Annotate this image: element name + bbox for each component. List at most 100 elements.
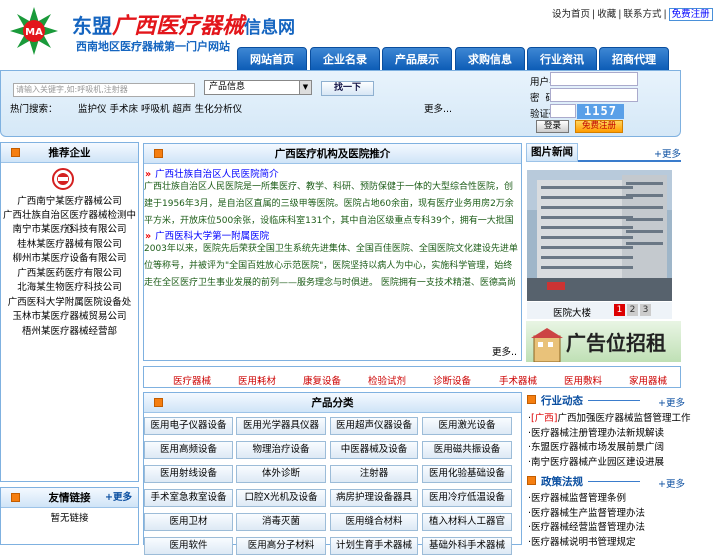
industry-news-item[interactable]: ·医疗器械注册管理办法新规解读 — [528, 425, 664, 439]
hot-search-more-link[interactable]: 更多... — [424, 101, 452, 115]
nav-tab-home[interactable]: 网站首页 — [237, 47, 307, 71]
policy-item[interactable]: ·医疗器械监督管理条例 — [528, 490, 626, 504]
industry-news-item[interactable]: ·东盟医疗器械市场发展前景广阔 — [528, 439, 664, 453]
category-link[interactable]: 医用耗材 — [238, 373, 276, 387]
set-homepage-link[interactable]: 设为首页 — [552, 9, 590, 20]
product-category-button[interactable]: 物理治疗设备 — [236, 441, 326, 459]
product-category-button[interactable]: 医用磁共振设备 — [422, 441, 512, 459]
search-category-value: 产品信息 — [209, 82, 246, 92]
category-link[interactable]: 检验试剂 — [368, 373, 406, 387]
chevron-down-icon[interactable]: ▼ — [299, 81, 311, 94]
product-category-button[interactable]: 消毒灭菌 — [236, 513, 326, 531]
ad-banner[interactable]: 广告位招租 — [526, 321, 681, 362]
recommend-item[interactable]: 广西南宁某医疗器械公司 — [1, 193, 138, 207]
photo-news-more-link[interactable]: +更多 — [654, 146, 681, 160]
nav-tab-news[interactable]: 行业资讯 — [527, 47, 597, 71]
divider — [588, 400, 640, 401]
hospital-photo[interactable] — [527, 170, 672, 301]
company-logo-icon — [52, 168, 74, 190]
product-category-button[interactable]: 医用冷疗低温设备 — [422, 489, 512, 507]
recommend-item[interactable]: 南宁市某医疗科技有限公司 — [1, 221, 138, 235]
product-category-button[interactable]: 医用电子仪器设备 — [144, 417, 233, 435]
search-category-select[interactable]: 产品信息 ▼ — [204, 80, 312, 95]
register-top-link[interactable]: 免费注册 — [668, 8, 713, 21]
policy-item[interactable]: ·医疗器械经营监督管理办法 — [528, 519, 645, 533]
contact-link[interactable]: 联系方式 — [623, 9, 661, 20]
product-category-button[interactable]: 医用高分子材料 — [236, 537, 326, 555]
product-category-button[interactable]: 医用激光设备 — [422, 417, 512, 435]
product-category-button[interactable]: 医用射线设备 — [144, 465, 233, 483]
recommend-item[interactable]: 玉林市某医疗器械贸易公司 — [1, 308, 138, 322]
product-category-button[interactable]: 体外诊断 — [236, 465, 326, 483]
bullet-icon — [527, 395, 536, 404]
category-link[interactable]: 医疗器械 — [173, 373, 211, 387]
captcha-image[interactable]: 1157 — [577, 104, 624, 119]
recommend-item[interactable]: 北海某生物医疗科技公司 — [1, 279, 138, 293]
recommend-item[interactable]: 柳州市某医疗设备有限公司 — [1, 250, 138, 264]
category-link[interactable]: 诊断设备 — [433, 373, 471, 387]
policy-item[interactable]: ·医疗器械说明书管理规定 — [528, 534, 636, 548]
search-input[interactable]: 请输入关键字,如:呼吸机,注射器 — [13, 83, 195, 97]
recommend-item[interactable]: 广西医科大学附属医院设备处 — [1, 294, 138, 308]
news-item-title[interactable]: » 广西医科大学第一附属医院 — [145, 228, 269, 242]
photo-page-1[interactable]: 1 — [614, 304, 625, 316]
category-link[interactable]: 康复设备 — [303, 373, 341, 387]
product-category-button[interactable]: 注射器 — [330, 465, 418, 483]
product-category-button[interactable]: 医用光学器具仪器 — [236, 417, 326, 435]
product-category-button[interactable]: 中医器械及设备 — [330, 441, 418, 459]
friend-links-title: 友情链接 — [48, 492, 91, 504]
category-link[interactable]: 手术器械 — [499, 373, 537, 387]
friend-link-item[interactable]: 暂无链接 — [1, 510, 138, 524]
policy-more-link[interactable]: +更多 — [658, 476, 685, 490]
hot-search-words[interactable]: 监护仪 手术床 呼吸机 超声 生化分析仪 — [78, 101, 242, 115]
industry-news-item[interactable]: ·[广西]广西加强医疗器械监督管理工作 — [528, 410, 690, 424]
industry-news-item[interactable]: ·南宁医疗器械产业园区建设进展 — [528, 454, 664, 468]
login-button[interactable]: 登录 — [536, 120, 569, 133]
register-button[interactable]: 免费注册 — [575, 120, 623, 133]
ad-banner-text: 广告位招租 — [566, 331, 666, 355]
product-category-button[interactable]: 医用化验基础设备 — [422, 465, 512, 483]
site-logo[interactable]: MA — [8, 5, 60, 57]
nav-tab-products[interactable]: 产品展示 — [382, 47, 452, 71]
captcha-field[interactable] — [550, 104, 576, 118]
product-category-button[interactable]: 植入材料人工器官 — [422, 513, 512, 531]
news-more-link[interactable]: 更多.. — [492, 344, 517, 358]
nav-tab-companies[interactable]: 企业名录 — [310, 47, 380, 71]
photo-caption: 医院大楼 — [553, 308, 592, 319]
product-category-button[interactable]: 病房护理设备器具 — [330, 489, 418, 507]
recommend-item[interactable]: 广西某医药医疗有限公司 — [1, 265, 138, 279]
category-link[interactable]: 医用敷料 — [564, 373, 602, 387]
product-category-button[interactable]: 医用卫材 — [144, 513, 233, 531]
industry-news-title: 行业动态 — [541, 395, 583, 407]
username-field[interactable] — [550, 72, 638, 86]
category-link[interactable]: 家用器械 — [629, 373, 667, 387]
product-category-button[interactable]: 医用超声仪器设备 — [330, 417, 418, 435]
photo-page-2[interactable]: 2 — [627, 304, 638, 316]
nav-tab-purchases[interactable]: 求购信息 — [455, 47, 525, 71]
product-category-button[interactable]: 医用缝合材料 — [330, 513, 418, 531]
news-header: 广西医疗机构及医院推介 — [144, 144, 521, 164]
site-title: 东盟广西医疗器械信息网 — [72, 8, 295, 40]
friend-links-more-link[interactable]: +更多 — [105, 488, 132, 508]
news-item-title[interactable]: » 广西壮族自治区人民医院简介 — [145, 166, 279, 180]
search-button[interactable]: 找一下 — [321, 81, 374, 96]
bookmark-link[interactable]: 收藏 — [597, 9, 616, 20]
recommend-item[interactable]: 梧州某医疗器械经营部 — [1, 323, 138, 337]
product-category-button[interactable]: 医用软件 — [144, 537, 233, 555]
nav-tab-agency[interactable]: 招商代理 — [599, 47, 669, 71]
product-category-button[interactable]: 口腔X光机及设备 — [236, 489, 326, 507]
recommend-item[interactable]: 桂林某医疗器械有限公司 — [1, 236, 138, 250]
product-category-button[interactable]: 手术室急救室设备 — [144, 489, 233, 507]
photo-page-3[interactable]: 3 — [640, 304, 651, 316]
product-category-button[interactable]: 基础外科手术器械 — [422, 537, 512, 555]
bullet-icon — [11, 493, 20, 502]
password-field[interactable] — [550, 88, 638, 102]
friend-links-header: 友情链接 +更多 — [1, 488, 138, 508]
industry-news-more-link[interactable]: +更多 — [658, 395, 685, 409]
products-header: 产品分类 — [144, 393, 521, 413]
product-category-button[interactable]: 医用高频设备 — [144, 441, 233, 459]
product-category-button[interactable]: 计划生育手术器械 — [330, 537, 418, 555]
bullet-icon — [527, 476, 536, 485]
hot-search-label: 热门搜索： — [10, 104, 58, 115]
policy-item[interactable]: ·医疗器械生产监督管理办法 — [528, 505, 645, 519]
